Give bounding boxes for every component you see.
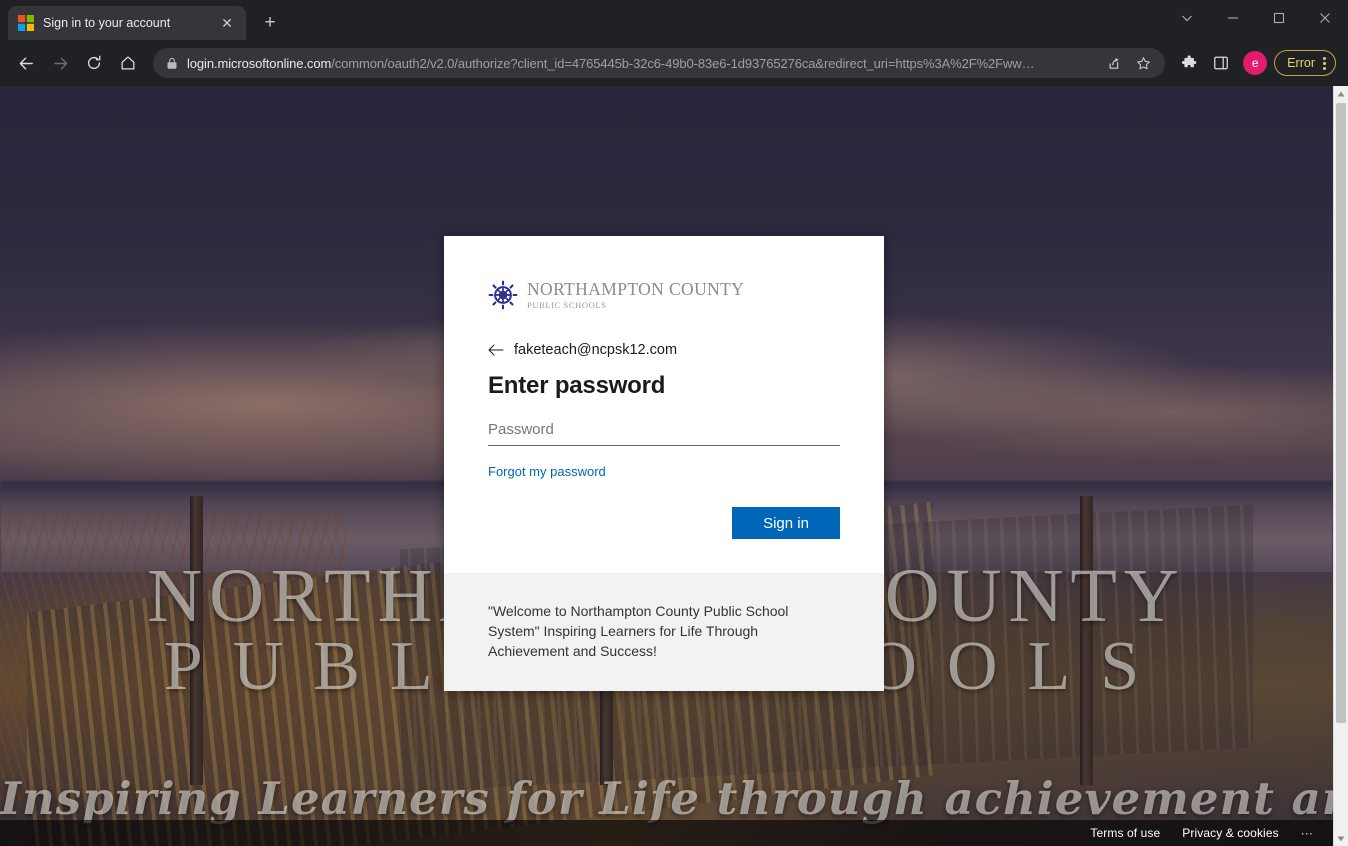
page-viewport: NORTHAMPTON COUNTY PUBLIC SCHOOLS Inspir… — [0, 86, 1348, 846]
scrollbar-thumb[interactable] — [1336, 103, 1346, 723]
sign-in-button[interactable]: Sign in — [732, 507, 840, 539]
brand-lockup: NORTHAMPTON COUNTY PUBLIC SCHOOLS — [488, 280, 840, 310]
url-text: login.microsoftonline.com/common/oauth2/… — [187, 56, 1092, 71]
close-icon[interactable] — [1302, 0, 1348, 36]
scroll-up-arrow-icon[interactable] — [1334, 86, 1348, 101]
window-controls — [1164, 0, 1348, 36]
forward-button[interactable] — [44, 47, 76, 79]
kebab-menu-icon[interactable] — [1323, 56, 1326, 70]
new-tab-button[interactable]: + — [256, 9, 284, 37]
back-arrow-icon[interactable] — [488, 344, 504, 356]
forgot-password-link[interactable]: Forgot my password — [488, 464, 606, 479]
avatar[interactable]: e — [1243, 51, 1268, 75]
brand-line-2: PUBLIC SCHOOLS — [527, 299, 607, 310]
ship-wheel-icon — [488, 280, 518, 310]
page-scrollbar[interactable] — [1333, 86, 1348, 846]
back-button[interactable] — [10, 47, 42, 79]
reload-button[interactable] — [78, 47, 110, 79]
terms-of-use-link[interactable]: Terms of use — [1090, 826, 1160, 840]
url-path: /common/oauth2/v2.0/authorize?client_id=… — [331, 55, 1035, 71]
scroll-down-arrow-icon[interactable] — [1334, 831, 1348, 846]
identity-email: faketeach@ncpsk12.com — [514, 342, 678, 358]
share-icon[interactable] — [1101, 52, 1123, 74]
brand-line-1: NORTHAMPTON COUNTY — [527, 279, 745, 300]
minimize-icon[interactable] — [1210, 0, 1256, 36]
page-title: Enter password — [488, 372, 666, 399]
signin-card: NORTHAMPTON COUNTY PUBLIC SCHOOLS fakete… — [444, 236, 884, 691]
brand-text: NORTHAMPTON COUNTY PUBLIC SCHOOLS — [527, 279, 745, 310]
tab-close-icon[interactable]: ✕ — [218, 14, 236, 32]
tab-search-chevron-down-icon[interactable] — [1164, 0, 1210, 36]
star-icon[interactable] — [1132, 52, 1154, 74]
microsoft-logo-icon — [18, 15, 34, 31]
tab-title: Sign in to your account — [43, 16, 171, 30]
page-footer: Terms of use Privacy & cookies ··· — [0, 820, 1333, 846]
maximize-icon[interactable] — [1256, 0, 1302, 36]
card-footer-message: "Welcome to Northampton County Public Sc… — [444, 573, 884, 691]
signin-card-body: NORTHAMPTON COUNTY PUBLIC SCHOOLS fakete… — [444, 236, 884, 573]
puzzle-icon[interactable] — [1174, 47, 1204, 79]
url-host: login.microsoftonline.com — [187, 55, 332, 71]
identity-row[interactable]: faketeach@ncpsk12.com — [488, 342, 840, 358]
privacy-cookies-link[interactable]: Privacy & cookies — [1182, 826, 1278, 840]
home-button[interactable] — [112, 47, 144, 79]
error-status-badge[interactable]: Error — [1274, 50, 1336, 76]
browser-tab[interactable]: Sign in to your account ✕ — [8, 6, 246, 40]
address-bar[interactable]: login.microsoftonline.com/common/oauth2/… — [153, 48, 1166, 78]
card-actions: Sign in — [488, 507, 840, 539]
side-panel-icon[interactable] — [1206, 47, 1236, 79]
lock-icon — [166, 57, 178, 70]
browser-toolbar: login.microsoftonline.com/common/oauth2/… — [0, 40, 1348, 86]
tab-strip: Sign in to your account ✕ + — [0, 0, 1348, 40]
status-badge-label: Error — [1287, 56, 1315, 70]
footer-more-button[interactable]: ··· — [1301, 826, 1313, 840]
password-input[interactable] — [488, 414, 840, 446]
browser-window: Sign in to your account ✕ + login.micros… — [0, 0, 1348, 846]
